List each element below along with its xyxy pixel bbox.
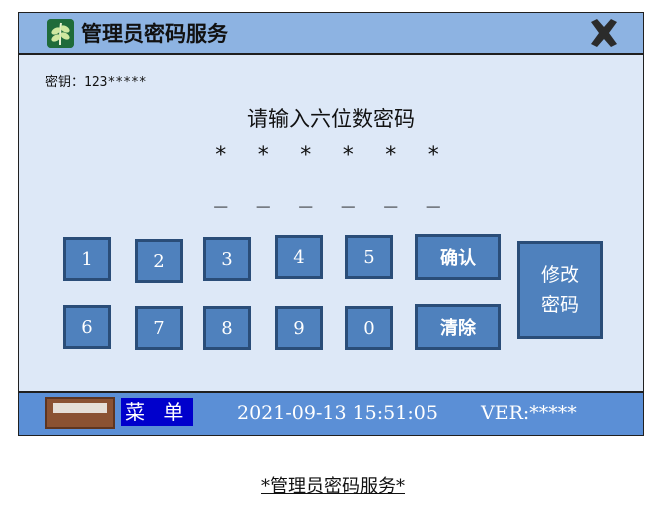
keypad-key-1[interactable]: 1 xyxy=(63,237,111,281)
password-prompt: 请输入六位数密码 xyxy=(247,107,415,131)
window-title: 管理员密码服务 xyxy=(81,21,228,46)
change-password-label-line2: 密码 xyxy=(540,294,579,316)
leaf-app-icon xyxy=(47,19,74,48)
confirm-button[interactable]: 确认 xyxy=(415,234,501,280)
menu-button[interactable]: 菜 单 xyxy=(121,398,194,426)
password-input-slots[interactable]: _ _ _ _ _ _ xyxy=(19,183,643,208)
password-panel: 密钥：123***** 请输入六位数密码 * * * * * * _ _ _ _… xyxy=(19,55,643,392)
keypad-key-3[interactable]: 3 xyxy=(203,237,251,281)
datetime-display: 2021-09-13 15:51:05 xyxy=(237,402,438,424)
figure-caption: *管理员密码服务* xyxy=(0,472,666,498)
keypad-key-2[interactable]: 2 xyxy=(135,239,183,283)
menu-thumbnail-icon[interactable] xyxy=(45,397,115,429)
version-display: VER:***** xyxy=(481,402,577,424)
keypad-key-4[interactable]: 4 xyxy=(275,235,323,279)
keypad-key-6[interactable]: 6 xyxy=(63,305,111,349)
change-password-label-line1: 修改 xyxy=(540,264,579,286)
masked-password-display: * * * * * * xyxy=(214,143,448,168)
keypad-key-7[interactable]: 7 xyxy=(135,306,183,350)
keypad-key-0[interactable]: 0 xyxy=(345,306,393,350)
caption-text: *管理员密码服务* xyxy=(261,476,405,497)
keypad-key-9[interactable]: 9 xyxy=(275,306,323,350)
status-bar: 菜 单 2021-09-13 15:51:05 VER:***** xyxy=(19,391,643,435)
change-password-button[interactable]: 修改 密码 xyxy=(517,241,603,339)
keypad-key-8[interactable]: 8 xyxy=(203,306,251,350)
keypad-key-5[interactable]: 5 xyxy=(345,235,393,279)
title-bar: 管理员密码服务 xyxy=(19,13,643,55)
clear-button[interactable]: 清除 xyxy=(415,304,501,350)
close-x-icon xyxy=(591,19,617,47)
key-info-text: 密钥：123***** xyxy=(45,75,147,90)
admin-password-window: 管理员密码服务 密钥：123***** 请输入六位数密码 * * * * * *… xyxy=(18,12,644,436)
close-button[interactable] xyxy=(587,17,621,49)
